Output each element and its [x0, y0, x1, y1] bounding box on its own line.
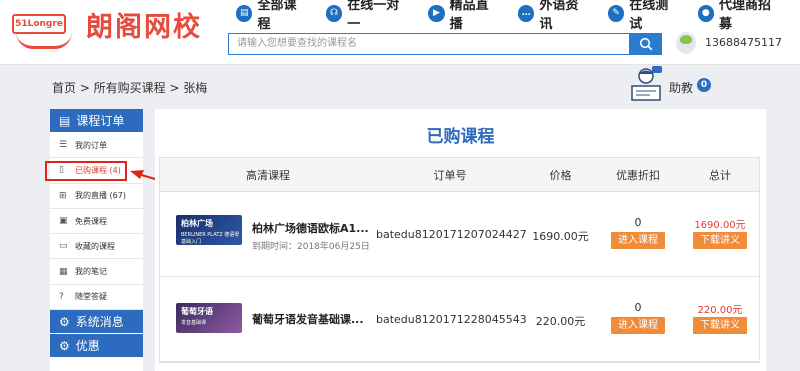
course-total: 220.00元 — [697, 305, 743, 316]
nav-label: 在线一对一 — [347, 0, 400, 32]
note-icon: ▦ — [59, 266, 68, 277]
logo-mark: 51Longre — [8, 6, 78, 50]
course-discount: 0 — [634, 301, 642, 314]
table-header: 高清课程 订单号 价格 优惠折扣 总计 — [160, 158, 759, 192]
assistant-widget[interactable]: 助教 0 — [628, 66, 720, 106]
thumbnail-title: 葡萄牙语 — [181, 307, 213, 316]
thumbnail-subtitle: 发音基础课 — [181, 320, 207, 326]
thumbnail-subtitle: BERLINER PLATZ 德语零基础入门 — [181, 232, 240, 245]
chat-icon: … — [518, 4, 535, 22]
download-handout-button[interactable]: 下载讲义 — [693, 317, 747, 334]
search-button[interactable] — [630, 33, 662, 55]
order-number: batedu8120171228045543 — [376, 313, 527, 326]
sidebar: ▤ 课程订单 ☰ 我的订单 ▯ 已购课程 (4) ⊞ 我的直播 (67) ▣ 免… — [50, 109, 143, 371]
enter-course-button[interactable]: 进入课程 — [611, 232, 665, 249]
logo-badge: 51Longre — [12, 14, 66, 34]
column-header-price: 价格 — [549, 169, 572, 182]
question-icon: ? — [59, 291, 64, 302]
search-input[interactable]: 请输入您想要查找的课程名 — [228, 33, 630, 55]
nav-one-on-one[interactable]: ☊ 在线一对一 — [325, 0, 410, 32]
annotation-highlight-box — [45, 161, 127, 181]
sidebar-item-free[interactable]: ▣ 免费课程 — [50, 209, 143, 235]
avatar[interactable] — [676, 32, 696, 54]
course-expiry: 到期时间：2018年06月25日 — [252, 242, 370, 252]
nav-label: 全部课程 — [257, 0, 297, 32]
site-logo[interactable]: 51Longre 朗阁网校 — [8, 6, 220, 52]
sidebar-item-label: 免费课程 — [75, 216, 107, 226]
course-name[interactable]: 葡萄牙语发音基础课... — [252, 311, 372, 327]
user-phone[interactable]: 13688475117 — [705, 36, 782, 49]
top-header: 51Longre 朗阁网校 ▤ 全部课程 ☊ 在线一对一 ▶ 精品直播 … 外语… — [0, 0, 800, 65]
assistant-label: 助教 — [669, 81, 694, 95]
sidebar-item-label: 我的直播 (67) — [75, 191, 126, 201]
breadcrumb: 首页 > 所有购买课程 > 张梅 — [52, 81, 208, 95]
logo-name: 朗阁网校 — [86, 12, 202, 43]
course-discount: 0 — [634, 216, 642, 229]
sidebar-item-qa[interactable]: ? 随堂答疑 — [50, 285, 143, 311]
sidebar-item-label: 收藏的课程 — [75, 241, 115, 251]
page-title: 已购课程 — [426, 127, 495, 147]
sidebar-item-my-orders[interactable]: ☰ 我的订单 — [50, 133, 143, 159]
list-icon: ☰ — [59, 140, 68, 151]
gift-icon: ▣ — [59, 216, 68, 227]
nav-label: 在线测试 — [629, 0, 669, 32]
nav-label: 外语资讯 — [539, 0, 579, 32]
course-total: 1690.00元 — [694, 220, 746, 231]
column-header-course: 高清课程 — [246, 169, 290, 182]
download-handout-button[interactable]: 下载讲义 — [693, 232, 747, 249]
nav-agent[interactable]: ● 代理商招募 — [697, 0, 782, 32]
sidebar-item-label: 随堂答疑 — [75, 292, 107, 302]
course-price: 220.00元 — [535, 315, 586, 328]
assistant-count-badge: 0 — [697, 78, 711, 92]
logo-swoosh — [16, 32, 72, 49]
assistant-icon — [631, 66, 662, 101]
table-row: 柏林广场 BERLINER PLATZ 德语零基础入门 柏林广场德语欧标A1..… — [160, 192, 759, 277]
live-icon: ▶ — [428, 4, 445, 22]
main-nav: ▤ 全部课程 ☊ 在线一对一 ▶ 精品直播 … 外语资讯 ✎ 在线测试 ● 代理… — [236, 0, 800, 32]
folder-icon: ▭ — [59, 241, 68, 252]
column-header-order: 订单号 — [433, 169, 467, 182]
user-icon: ● — [697, 4, 715, 22]
sidebar-section-label: 系统消息 — [75, 315, 124, 330]
enter-course-button[interactable]: 进入课程 — [611, 317, 665, 334]
column-header-total: 总计 — [709, 169, 731, 182]
nav-label: 精品直播 — [449, 0, 489, 32]
sidebar-item-label: 我的笔记 — [75, 267, 107, 277]
sidebar-section-label: 优惠 — [75, 339, 100, 354]
column-header-discount: 优惠折扣 — [616, 169, 660, 182]
document-icon: ▤ — [59, 113, 71, 128]
nav-label: 代理商招募 — [719, 0, 772, 32]
course-thumbnail[interactable]: 葡萄牙语 发音基础课 — [176, 303, 242, 333]
gear-icon: ⚙ — [59, 314, 70, 329]
thumbnail-title: 柏林广场 — [181, 219, 213, 228]
sidebar-item-notes[interactable]: ▦ 我的笔记 — [50, 259, 143, 285]
sidebar-section-label: 课程订单 — [76, 114, 125, 128]
book-icon: ▤ — [236, 4, 253, 22]
edit-icon: ✎ — [607, 4, 625, 22]
course-thumbnail[interactable]: 柏林广场 BERLINER PLATZ 德语零基础入门 — [176, 215, 242, 245]
nav-test[interactable]: ✎ 在线测试 — [607, 0, 680, 32]
purchased-courses-table: 高清课程 订单号 价格 优惠折扣 总计 柏林广场 BERLINER PLATZ … — [159, 157, 760, 363]
table-row: 葡萄牙语 发音基础课 葡萄牙语发音基础课... batedu8120171228… — [160, 277, 759, 362]
sidebar-item-favorites[interactable]: ▭ 收藏的课程 — [50, 234, 143, 260]
course-price: 1690.00元 — [532, 230, 589, 243]
nav-all-courses[interactable]: ▤ 全部课程 — [236, 0, 308, 32]
sidebar-section-orders[interactable]: ▤ 课程订单 — [50, 109, 143, 133]
search-icon — [639, 37, 653, 51]
sidebar-item-label: 我的订单 — [75, 140, 107, 150]
course-name[interactable]: 柏林广场德语欧标A1... — [252, 220, 372, 236]
gear-icon: ⚙ — [59, 338, 70, 353]
main-panel: 已购课程 高清课程 订单号 价格 优惠折扣 总计 柏林广场 BERLINER P… — [155, 109, 766, 371]
headset-icon: ☊ — [325, 4, 343, 22]
plus-icon: ⊞ — [59, 190, 67, 201]
nav-news[interactable]: … 外语资讯 — [518, 0, 590, 32]
nav-live[interactable]: ▶ 精品直播 — [428, 0, 500, 32]
sidebar-section-discounts[interactable]: ⚙ 优惠 — [50, 334, 143, 359]
sidebar-section-messages[interactable]: ⚙ 系统消息 — [50, 310, 143, 335]
order-number: batedu8120171207024427 — [376, 228, 527, 241]
